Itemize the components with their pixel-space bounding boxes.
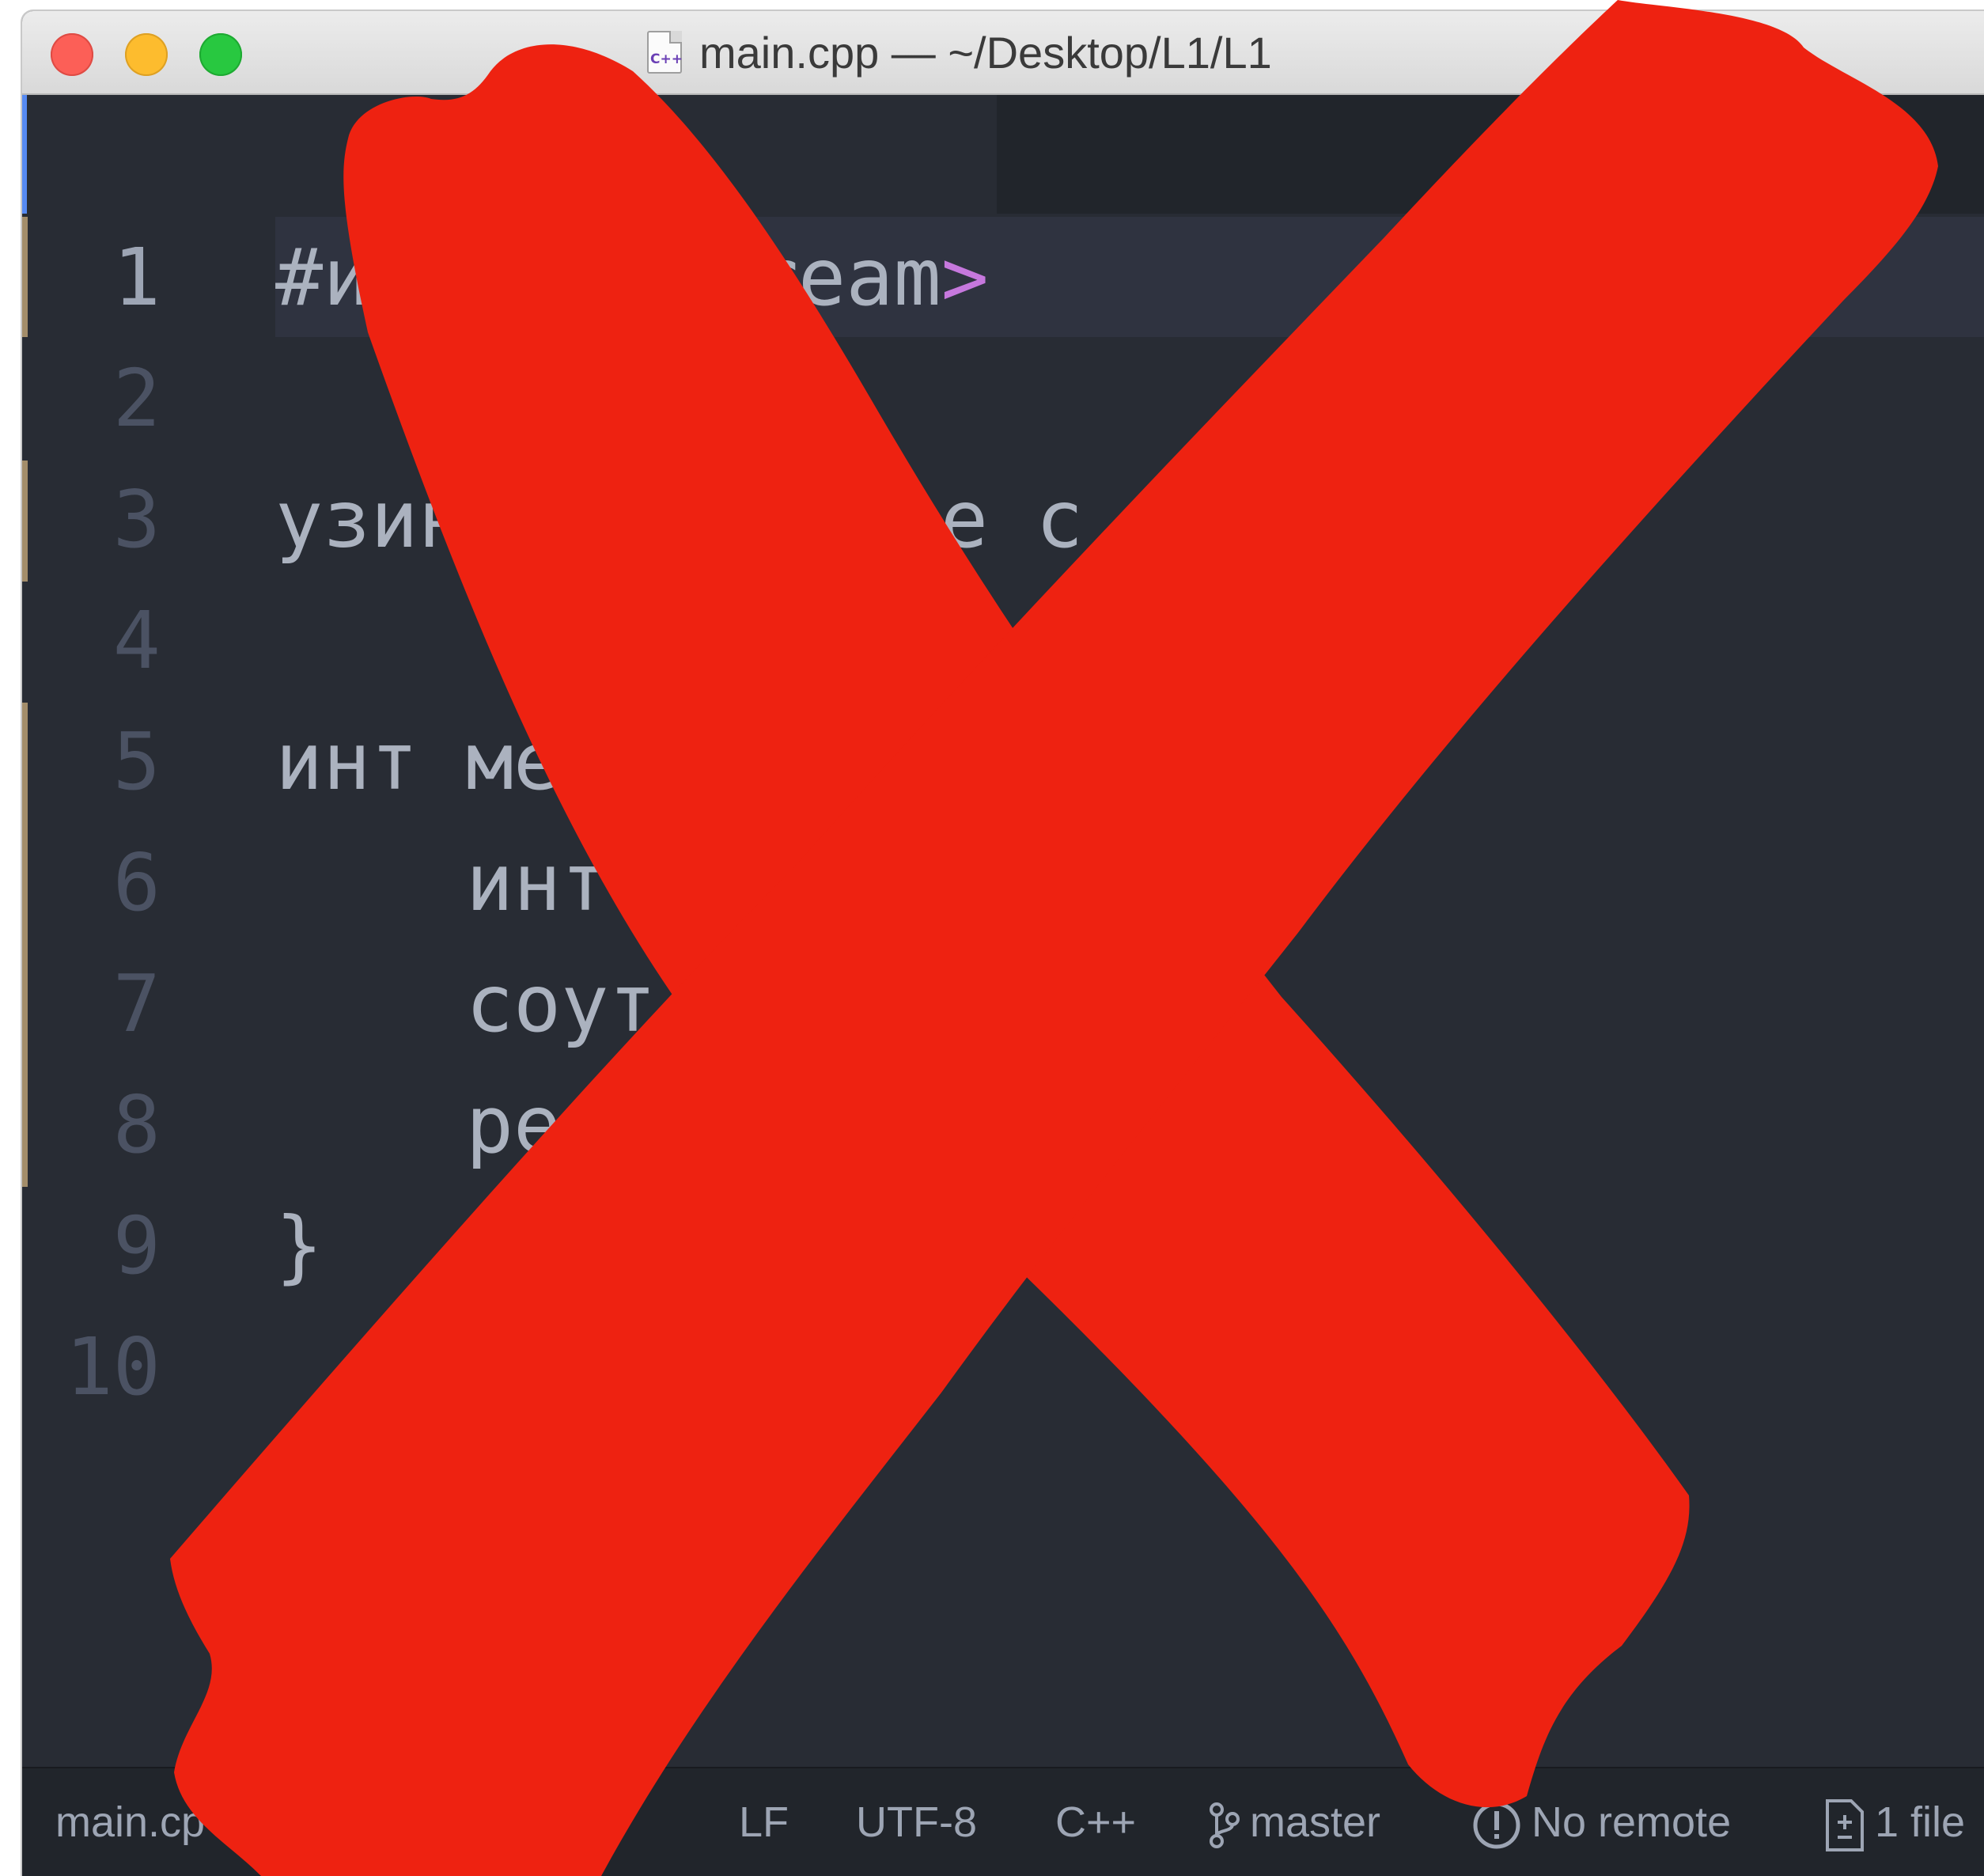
maximize-window-button[interactable]: [199, 33, 242, 76]
status-bar: main.cp LF UTF-8 C++ master No remote 1 …: [22, 1767, 1984, 1876]
line-number: 4: [112, 594, 161, 687]
file-icon-label: C++: [650, 51, 683, 67]
branch-name: master: [1250, 1798, 1381, 1846]
line-code[interactable]: узин e c: [275, 459, 1083, 580]
git-branch-icon: [1210, 1802, 1240, 1848]
status-git-remote[interactable]: No remote: [1471, 1768, 1731, 1876]
tab-main-cpp[interactable]: [22, 95, 997, 214]
code-text-fragment: stream: [655, 231, 941, 324]
window-title: main.cpp — ~/Desktop/L1/L1: [699, 27, 1272, 78]
code-line: 10: [22, 1306, 1984, 1427]
remote-status: No remote: [1532, 1798, 1732, 1846]
line-number: 7: [112, 957, 161, 1050]
code-line: 1 #и stream>: [22, 217, 1984, 338]
line-code[interactable]: инт ме: [275, 701, 561, 822]
code-text-fragment: e c: [940, 473, 1084, 566]
cpp-file-icon: C++: [647, 31, 683, 74]
status-git-branch[interactable]: master: [1209, 1768, 1380, 1876]
status-changed-files[interactable]: 1 file: [1824, 1768, 1965, 1876]
code-line: 3 узин e c: [22, 459, 1984, 580]
editor-window: C++ main.cpp — ~/Desktop/L1/L1 1 #и strea…: [22, 11, 1984, 1876]
line-number: 2: [112, 352, 161, 445]
line-code[interactable]: соут;: [275, 943, 1258, 1064]
line-number: 9: [112, 1200, 161, 1292]
line-number: 5: [112, 715, 161, 808]
close-window-button[interactable]: [51, 33, 93, 76]
line-number: 1: [112, 231, 161, 324]
title-bar: C++ main.cpp — ~/Desktop/L1/L1: [22, 11, 1984, 95]
code-line: 8 ре: [22, 1064, 1984, 1185]
code-punctuation: >: [941, 231, 989, 324]
minimize-window-button[interactable]: [125, 33, 168, 76]
line-number: 8: [112, 1078, 161, 1171]
line-code[interactable]: инт: [275, 822, 609, 943]
code-text: соут: [275, 957, 657, 1050]
tab-bar: [22, 95, 1984, 214]
status-encoding[interactable]: UTF-8: [856, 1768, 977, 1876]
line-number: 10: [65, 1321, 161, 1413]
file-diff-icon: [1826, 1798, 1864, 1851]
code-text: узин: [275, 473, 466, 566]
code-text: #и: [275, 231, 371, 324]
line-code[interactable]: }: [275, 1185, 323, 1306]
line-number: 3: [112, 473, 161, 566]
line-code[interactable]: ре: [275, 1064, 561, 1185]
status-line-ending[interactable]: LF: [739, 1768, 789, 1876]
line-number: 6: [112, 836, 161, 929]
alert-circle-icon: [1473, 1802, 1520, 1849]
window-title-group: C++ main.cpp — ~/Desktop/L1/L1: [647, 27, 1272, 78]
status-grammar[interactable]: C++: [1055, 1768, 1136, 1876]
code-text-fragment: ;: [1210, 957, 1258, 1050]
status-file-path[interactable]: main.cp: [55, 1768, 205, 1876]
code-line: 9 }: [22, 1185, 1984, 1306]
code-editor[interactable]: 1 #и stream> 2 3 узин e c 4 5 инт ме 6 инт…: [22, 214, 1984, 1768]
code-line: 4: [22, 580, 1984, 701]
line-code[interactable]: #и stream>: [275, 217, 989, 338]
code-line: 2: [22, 338, 1984, 459]
code-line: 7 соут;: [22, 943, 1984, 1064]
changed-files-count: 1 file: [1875, 1798, 1966, 1846]
code-line: 5 инт ме: [22, 701, 1984, 822]
code-line: 6 инт: [22, 822, 1984, 943]
